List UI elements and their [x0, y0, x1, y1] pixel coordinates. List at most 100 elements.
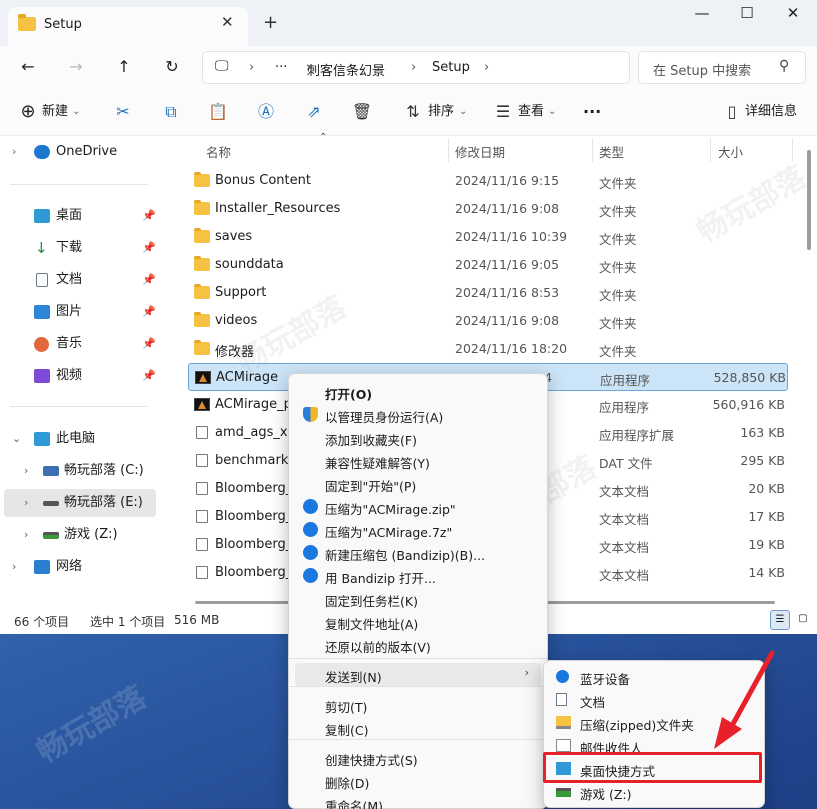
menu-item[interactable]: 复制文件地址(A): [295, 610, 541, 633]
breadcrumb-item[interactable]: 刺客信条幻景: [307, 60, 385, 79]
menu-item[interactable]: 固定到"开始"(P): [295, 472, 541, 495]
sidebar-item-drive-e[interactable]: › 畅玩部落 (E:): [4, 489, 156, 517]
chevron-right-icon[interactable]: ›: [24, 457, 28, 485]
document-icon: [36, 273, 48, 287]
sidebar-item-videos[interactable]: 视频 📌: [0, 362, 160, 390]
sidebar-item-music[interactable]: 音乐 📌: [0, 330, 160, 358]
menu-item[interactable]: 复制(C): [295, 716, 541, 739]
pin-icon[interactable]: 📌: [142, 266, 156, 294]
chevron-right-icon[interactable]: ›: [12, 138, 16, 166]
view-button[interactable]: 查看: [518, 101, 544, 123]
details-button[interactable]: 详细信息: [745, 101, 797, 123]
minimize-button[interactable]: —: [679, 4, 725, 26]
new-button[interactable]: 新建: [42, 101, 68, 123]
submenu-item[interactable]: 游戏 (Z:): [550, 780, 760, 803]
file-type: 应用程序扩展: [599, 428, 675, 443]
chevron-down-icon[interactable]: ⌄: [12, 425, 21, 453]
menu-item[interactable]: 以管理员身份运行(A): [295, 403, 541, 426]
file-name: sounddata: [215, 257, 284, 272]
sidebar-item-network[interactable]: › 网络: [0, 553, 160, 581]
pin-icon[interactable]: 📌: [142, 362, 156, 390]
maximize-button[interactable]: ☐: [724, 4, 770, 26]
more-options-button[interactable]: ···: [583, 101, 601, 123]
submenu-item-label: 蓝牙设备: [580, 672, 631, 687]
pin-icon[interactable]: 📌: [142, 202, 156, 230]
column-divider[interactable]: [592, 138, 593, 162]
menu-item-label: 压缩为"ACMirage.zip": [325, 502, 456, 517]
tab-close-icon[interactable]: ✕: [221, 13, 234, 31]
breadcrumb-more[interactable]: ···: [275, 60, 287, 75]
menu-item[interactable]: 固定到任务栏(K): [295, 587, 541, 610]
sidebar-item-thispc[interactable]: ⌄ 此电脑: [0, 425, 160, 453]
app-icon: [195, 371, 211, 384]
tiles-view-button[interactable]: ▢: [793, 610, 813, 630]
menu-item[interactable]: 压缩为"ACMirage.zip": [295, 495, 541, 518]
menu-item[interactable]: 重命名(M): [295, 792, 541, 809]
sidebar-item-pictures[interactable]: 图片 📌: [0, 298, 160, 326]
file-size: 20 KB: [748, 481, 785, 496]
rename-icon[interactable]: Ⓐ: [254, 101, 278, 123]
menu-item[interactable]: 还原以前的版本(V): [295, 633, 541, 656]
chevron-right-icon[interactable]: ›: [12, 553, 16, 581]
file-icon: [196, 510, 208, 523]
share-icon[interactable]: ⇗: [302, 101, 326, 123]
search-box[interactable]: 在 Setup 中搜索 ⚲: [638, 51, 806, 84]
up-button[interactable]: ↑: [109, 54, 139, 80]
chevron-right-icon[interactable]: ›: [24, 489, 28, 517]
menu-item[interactable]: 兼容性疑难解答(Y): [295, 449, 541, 472]
menu-item[interactable]: 用 Bandizip 打开...: [295, 564, 541, 587]
sidebar-item-onedrive[interactable]: › OneDrive: [0, 138, 160, 166]
refresh-button[interactable]: ↻: [157, 54, 187, 80]
file-date: 2024/11/16 9:08: [455, 201, 560, 216]
table-row[interactable]: Support 2024/11/16 8:53 文件夹: [188, 279, 788, 307]
close-button[interactable]: ✕: [770, 4, 816, 26]
menu-item[interactable]: 新建压缩包 (Bandizip)(B)...: [295, 541, 541, 564]
menu-item[interactable]: 打开(O): [295, 380, 541, 403]
menu-item[interactable]: 创建快捷方式(S): [295, 746, 541, 769]
sidebar-item-desktop[interactable]: 桌面 📌: [0, 202, 160, 230]
file-type: 文件夹: [599, 260, 637, 275]
copy-icon[interactable]: ⧉: [159, 101, 183, 123]
cut-icon[interactable]: ✂: [111, 101, 135, 123]
pin-icon[interactable]: 📌: [142, 330, 156, 358]
menu-item-label: 新建压缩包 (Bandizip)(B)...: [325, 548, 486, 563]
sidebar-item-drive-z[interactable]: › 游戏 (Z:): [0, 521, 160, 549]
menu-item[interactable]: 剪切(T): [295, 693, 541, 716]
sidebar-item-downloads[interactable]: ↓ 下载 📌: [0, 234, 160, 262]
back-button[interactable]: ←: [13, 54, 43, 80]
vertical-scrollbar[interactable]: [807, 150, 811, 250]
new-tab-button[interactable]: +: [263, 12, 278, 33]
tab-setup[interactable]: Setup ✕: [8, 7, 248, 46]
pin-icon[interactable]: 📌: [142, 298, 156, 326]
column-date[interactable]: 修改日期: [455, 142, 505, 161]
column-type[interactable]: 类型: [599, 142, 624, 161]
forward-button[interactable]: →: [61, 54, 91, 80]
address-bar[interactable]: 🖵 › ··· › 刺客信条幻景 › Setup ›: [202, 51, 630, 84]
file-icon: [196, 566, 208, 579]
column-name[interactable]: 名称: [206, 142, 231, 161]
menu-item[interactable]: 压缩为"ACMirage.7z": [295, 518, 541, 541]
table-row[interactable]: Bonus Content 2024/11/16 9:15 文件夹: [188, 167, 788, 195]
search-input[interactable]: 在 Setup 中搜索: [653, 60, 751, 79]
menu-divider: [289, 658, 547, 659]
chevron-right-icon[interactable]: ›: [24, 521, 28, 549]
file-type: 文本文档: [599, 568, 650, 583]
sidebar-item-label: 网络: [56, 559, 83, 574]
table-row[interactable]: sounddata 2024/11/16 9:05 文件夹: [188, 251, 788, 279]
sort-button[interactable]: 排序: [428, 101, 454, 123]
column-divider[interactable]: [710, 138, 711, 162]
menu-item-label: 复制(C): [325, 723, 369, 738]
sidebar-item-documents[interactable]: 文档 📌: [0, 266, 160, 294]
column-size[interactable]: 大小: [718, 142, 743, 161]
column-divider[interactable]: [448, 138, 449, 162]
breadcrumb-item[interactable]: Setup: [432, 60, 470, 75]
pin-icon[interactable]: 📌: [142, 234, 156, 262]
delete-icon[interactable]: 🗑: [350, 101, 374, 123]
menu-item[interactable]: 删除(D): [295, 769, 541, 792]
paste-icon[interactable]: 📋: [206, 101, 230, 123]
sidebar-item-drive-c[interactable]: › 畅玩部落 (C:): [0, 457, 160, 485]
menu-item[interactable]: 发送到(N) ›: [295, 663, 541, 686]
details-view-button[interactable]: ☰: [770, 610, 790, 630]
submenu-item-label: 文档: [580, 695, 606, 710]
menu-item[interactable]: 添加到收藏夹(F): [295, 426, 541, 449]
